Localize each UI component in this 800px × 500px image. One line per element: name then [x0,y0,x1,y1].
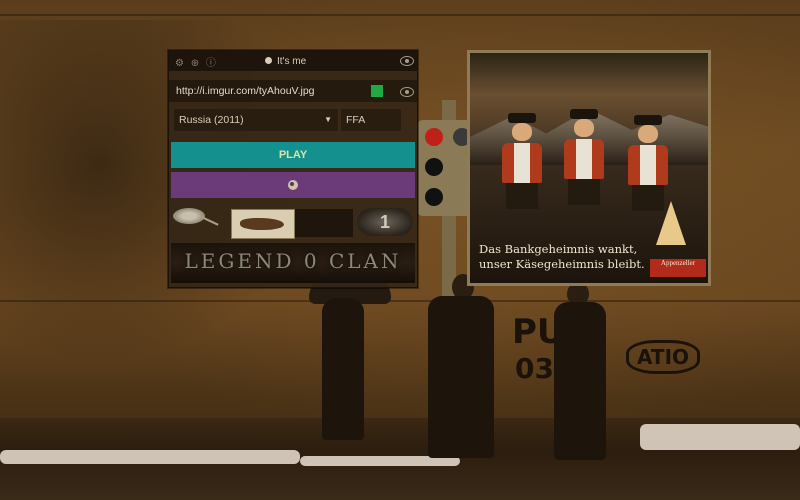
ad-brand-logo: Appenzeller [650,259,706,277]
skin-preview-row: 1 [169,204,417,240]
graffiti-tag: 03 [515,352,554,385]
traffic-light-green [425,188,443,206]
spectate-button[interactable] [171,172,415,198]
ad-figure [562,109,606,205]
eye-icon[interactable] [400,56,414,66]
rank-badge-number: 1 [379,211,390,232]
traffic-light-yellow [425,158,443,176]
settings-icon-group[interactable]: ⚙ ⊕ ⓘ [175,54,218,69]
skin-url-row [169,80,417,102]
wall-ledge [0,14,800,16]
skin-preview-image[interactable] [231,209,295,239]
eye-spectate-icon [288,180,298,190]
game-mode-value: FFA [346,114,366,126]
plate-icon [173,208,205,224]
person-in-coat [554,302,606,460]
billboard-ad: Das Bankgeheimnis wankt, unser Käsegehei… [467,50,711,286]
ad-brand-name: Appenzeller [660,259,696,267]
person-with-umbrella [322,298,364,440]
snow-patch [0,450,300,464]
play-button[interactable]: PLAY [171,142,415,168]
wall-seam [0,300,800,302]
eye-icon[interactable] [400,87,414,97]
graffiti-bubble: ATIO [626,340,701,374]
server-select-value: Russia (2011) [179,114,244,126]
skin-color-swatch[interactable] [371,85,383,97]
ad-figure [500,113,544,209]
person-in-hoodie [428,296,494,458]
top-bar: ⚙ ⊕ ⓘ [169,51,417,71]
rank-badge: 1 [357,208,413,236]
chevron-down-icon: ▼ [324,115,332,124]
ad-slogan-line: unser Käsegeheimnis bleibt. [479,257,645,271]
clan-banner: LEGEND 0 CLAN [171,243,415,283]
snow-patch [640,424,800,450]
server-select[interactable]: Russia (2011) ▼ [174,109,338,131]
ad-slogan: Das Bankgeheimnis wankt, unser Käsegehei… [479,242,649,272]
game-mode-select[interactable]: FFA [341,109,401,131]
nickname-input[interactable] [265,54,407,68]
ad-slogan-line: Das Bankgeheimnis wankt, [479,242,638,256]
clan-banner-text: LEGEND 0 CLAN [184,249,402,273]
game-start-panel: ⚙ ⊕ ⓘ Russia (2011) ▼ FFA PLAY 1 LEGEND … [168,50,418,288]
skin-url-input[interactable] [176,84,366,98]
ad-figure [626,115,670,211]
traffic-light-red [425,128,443,146]
preview-placeholder [295,209,353,237]
